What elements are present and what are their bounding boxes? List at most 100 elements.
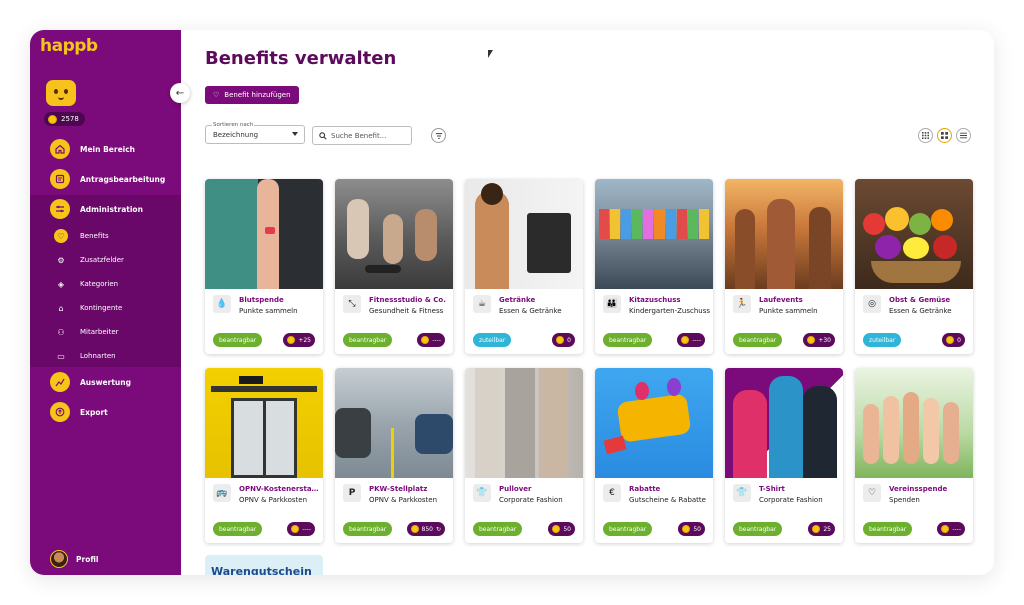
view-grid-button[interactable] <box>937 128 952 143</box>
filter-icon <box>435 132 442 139</box>
status-badge: beantragbar <box>343 522 393 536</box>
cup-icon: ☕ <box>473 295 491 313</box>
arrows-icon: ⤡ <box>343 295 361 313</box>
benefit-card-laufevents[interactable]: 🏃 Laufevents Punkte sammeln beantragbar … <box>725 179 843 354</box>
search-input[interactable]: Suche Benefit... <box>312 126 412 145</box>
points-badge: +25 <box>283 333 315 347</box>
benefit-card-warengutschein[interactable]: Warengutschein <box>205 555 323 575</box>
benefit-card-rabatte[interactable]: € Rabatte Gutscheine & Rabatte beantragb… <box>595 368 713 543</box>
coin-icon <box>807 336 816 344</box>
coin-icon <box>291 525 300 533</box>
gear-icon: ⚙ <box>57 255 65 265</box>
card-image <box>205 368 323 478</box>
card-image <box>725 179 843 289</box>
coin-icon <box>48 114 57 124</box>
app-logo: happb <box>40 36 98 56</box>
home-icon <box>50 139 70 159</box>
benefit-card-getraenke[interactable]: ☕ Getränke Essen & Getränke zuteilbar 0 <box>465 179 583 354</box>
benefit-card-vereinsspende[interactable]: ♡ Vereinsspende Spenden beantragbar ---- <box>855 368 973 543</box>
points-badge: ---- <box>287 522 315 536</box>
sidebar-item-kontingente[interactable]: ⌂ Kontingente <box>30 297 181 319</box>
benefit-card-fitnessstudio[interactable]: ⤡ Fitnessstudio & Co. Gesundheit & Fitne… <box>335 179 453 354</box>
card-image <box>595 368 713 478</box>
sidebar-item-zusatzfelder[interactable]: ⚙ Zusatzfelder <box>30 249 181 271</box>
add-benefit-button[interactable]: ♡ Benefit hinzufügen <box>205 86 299 104</box>
parking-icon: P <box>343 484 361 502</box>
dropdown-arrow-icon <box>292 132 298 136</box>
benefit-card-t-shirt[interactable]: 👕 T-Shirt Corporate Fashion beantragbar … <box>725 368 843 543</box>
status-badge: zuteilbar <box>473 333 512 347</box>
users-icon: ⚇ <box>57 327 65 337</box>
points-badge: 50 <box>548 522 575 536</box>
coin-icon <box>946 336 955 344</box>
profile-link[interactable]: Profil <box>50 550 98 568</box>
points-badge: 50 <box>678 522 705 536</box>
status-badge: beantragbar <box>213 333 263 347</box>
points-badge: 850 ↻ <box>406 522 445 536</box>
grid-icon <box>941 132 948 139</box>
status-badge: beantragbar <box>733 333 783 347</box>
coin-icon <box>287 336 296 344</box>
bus-icon: 🚌 <box>213 484 231 502</box>
coin-icon <box>812 525 821 533</box>
inbox-icon <box>50 169 70 189</box>
coin-icon <box>552 525 561 533</box>
euro-icon: € <box>603 484 621 502</box>
sidebar-item-benefits[interactable]: ♡ Benefits <box>30 225 181 247</box>
family-icon: 👪 <box>603 295 621 313</box>
benefit-card-oepnv[interactable]: 🚌 ÖPNV-Kostenerstattung ÖPNV & Parkkoste… <box>205 368 323 543</box>
status-badge: beantragbar <box>473 522 523 536</box>
sidebar-item-antragsbearbeitung[interactable]: Antragsbearbeitung <box>30 165 181 193</box>
admin-section: Administration ♡ Benefits ⚙ Zusatzfelder… <box>30 195 181 367</box>
card-image <box>855 368 973 478</box>
points-badge: +30 <box>803 333 835 347</box>
view-list-button[interactable] <box>956 128 971 143</box>
sidebar-item-lohnarten[interactable]: ▭ Lohnarten <box>30 345 181 367</box>
runner-icon: 🏃 <box>733 295 751 313</box>
status-badge: beantragbar <box>213 522 263 536</box>
points-badge: ---- <box>417 333 445 347</box>
points-badge: ---- <box>937 522 965 536</box>
coin-icon <box>556 336 565 344</box>
sidebar-item-mein-bereich[interactable]: Mein Bereich <box>30 135 181 163</box>
coin-icon <box>410 525 419 533</box>
points-badge: 2578 <box>44 112 85 126</box>
points-badge: 0 <box>552 333 575 347</box>
filter-button[interactable] <box>431 128 446 143</box>
card-image <box>335 368 453 478</box>
sidebar: happb 2578 Mein Bereich Antragsbearbeitu… <box>30 30 181 575</box>
status-badge: beantragbar <box>863 522 913 536</box>
grid-small-icon <box>922 132 929 139</box>
collapse-sidebar-button[interactable]: ← <box>170 83 190 103</box>
card-image <box>205 179 323 289</box>
apple-icon: ◎ <box>863 295 881 313</box>
benefit-card-blutspende[interactable]: 💧 Blutspende Punkte sammeln beantragbar … <box>205 179 323 354</box>
card-image <box>725 368 843 478</box>
sliders-icon <box>50 199 70 219</box>
benefit-card-pullover[interactable]: 👕 Pullover Corporate Fashion beantragbar… <box>465 368 583 543</box>
sidebar-item-export[interactable]: Export <box>30 398 181 426</box>
coin-icon <box>941 525 950 533</box>
sidebar-item-auswertung[interactable]: Auswertung <box>30 368 181 396</box>
card-image <box>465 368 583 478</box>
sidebar-item-administration[interactable]: Administration <box>30 195 181 223</box>
sidebar-item-kategorien[interactable]: ◈ Kategorien <box>30 273 181 295</box>
points-value: 2578 <box>61 115 79 123</box>
sidebar-item-mitarbeiter[interactable]: ⚇ Mitarbeiter <box>30 321 181 343</box>
card-image <box>465 179 583 289</box>
benefit-card-obst-gemuese[interactable]: ◎ Obst & Gemüse Essen & Getränke zuteilb… <box>855 179 973 354</box>
donate-icon: ♡ <box>863 484 881 502</box>
app-window: happb 2578 Mein Bereich Antragsbearbeitu… <box>30 30 994 575</box>
page-title: Benefits verwalten <box>205 48 397 69</box>
card-image <box>595 179 713 289</box>
status-badge: zuteilbar <box>863 333 902 347</box>
shirt-icon: 👕 <box>733 484 751 502</box>
view-compact-grid-button[interactable] <box>918 128 933 143</box>
points-badge: ---- <box>677 333 705 347</box>
benefit-card-pkw-stellplatz[interactable]: P PKW-Stellplatz ÖPNV & Parkkosten beant… <box>335 368 453 543</box>
status-badge: beantragbar <box>603 333 653 347</box>
benefit-card-kitazuschuss[interactable]: 👪 Kitazuschuss Kindergarten-Zuschuss bea… <box>595 179 713 354</box>
bank-icon: ⌂ <box>58 303 64 313</box>
sort-select[interactable]: Sortieren nach Bezeichnung <box>205 122 305 144</box>
coin-icon <box>421 336 430 344</box>
